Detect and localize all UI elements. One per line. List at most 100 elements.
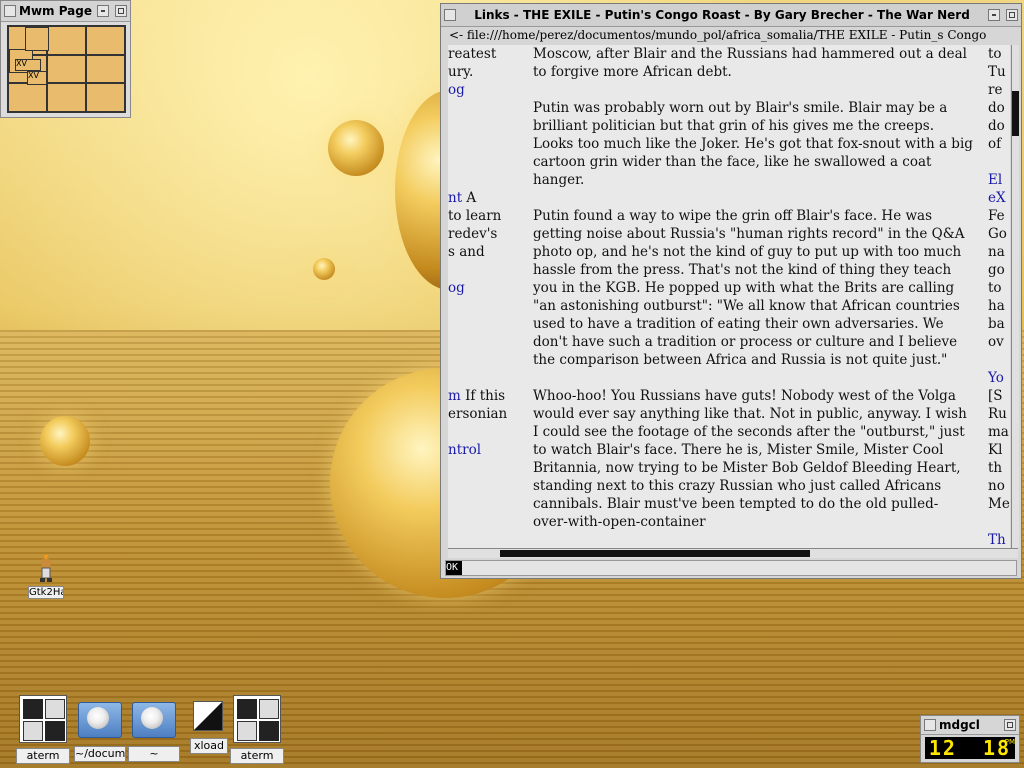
- pager-mini-window[interactable]: XV: [15, 59, 41, 71]
- link-text[interactable]: og: [448, 82, 465, 98]
- aterm-icon[interactable]: [233, 695, 281, 743]
- side-text: to: [988, 46, 1002, 62]
- dock-folder-documents[interactable]: ~/docume: [74, 696, 126, 762]
- side-text: do: [988, 118, 1005, 134]
- clock-ampm: PM: [1004, 738, 1015, 746]
- side-text: go: [988, 262, 1005, 278]
- vertical-scroll-thumb[interactable]: [1012, 91, 1019, 136]
- side-text: Me: [988, 496, 1010, 512]
- side-text: Tu: [988, 64, 1006, 80]
- gtk2hack-icon[interactable]: [35, 554, 57, 584]
- left-column-line[interactable]: m If this: [448, 387, 505, 405]
- clock-hour: 12: [928, 736, 957, 760]
- dock-aterm-2[interactable]: aterm: [230, 692, 284, 764]
- link-text[interactable]: El: [988, 172, 1002, 188]
- horizontal-scrollbar[interactable]: [448, 548, 1018, 558]
- maximize-button[interactable]: [1004, 719, 1016, 731]
- right-column-line: Fe: [988, 207, 1005, 225]
- clock-face: 12 18: [925, 737, 1015, 759]
- link-text[interactable]: ntrol: [448, 442, 481, 458]
- side-text: no: [988, 478, 1005, 494]
- desktop-icon-label: Gtk2Ha: [28, 586, 64, 599]
- vertical-scrollbar[interactable]: [1011, 45, 1019, 548]
- pager-page[interactable]: [86, 83, 125, 112]
- link-text[interactable]: og: [448, 280, 465, 296]
- left-column-line[interactable]: og: [448, 81, 465, 99]
- browser-titlebar[interactable]: Links - THE EXILE - Putin's Congo Roast …: [441, 4, 1021, 27]
- pager-mini-window[interactable]: [25, 27, 49, 51]
- link-text[interactable]: m: [448, 388, 461, 404]
- right-column-line: Ru: [988, 405, 1007, 423]
- right-column-line: Go: [988, 225, 1007, 243]
- pager-page[interactable]: [47, 26, 86, 55]
- dock-xload[interactable]: xload: [190, 698, 228, 754]
- pager-mini-window[interactable]: XV: [27, 71, 47, 85]
- maximize-button[interactable]: [115, 5, 127, 17]
- right-column-line: ov: [988, 333, 1004, 351]
- link-text[interactable]: nt: [448, 190, 462, 206]
- dock-aterm-1[interactable]: aterm: [16, 692, 70, 764]
- folder-icon[interactable]: [78, 702, 122, 738]
- minimize-button[interactable]: [988, 9, 1000, 21]
- url-bar[interactable]: <- file:///home/perez/documentos/mundo_p…: [449, 28, 1017, 44]
- dock-label: aterm: [16, 748, 70, 764]
- minimize-button[interactable]: [97, 5, 109, 17]
- right-column-line[interactable]: eX: [988, 189, 1006, 207]
- left-column-line[interactable]: ntrol: [448, 441, 481, 459]
- status-bar: OK: [445, 560, 1017, 576]
- dock-folder-home[interactable]: ~: [128, 696, 180, 762]
- right-column-line: do: [988, 99, 1005, 117]
- pager-page[interactable]: [86, 26, 125, 55]
- dock-label: ~: [128, 746, 180, 762]
- side-text: Fe: [988, 208, 1005, 224]
- pager-page[interactable]: [86, 54, 125, 84]
- clock-window[interactable]: mdgcl 12 18 PM: [920, 715, 1020, 763]
- pager-page[interactable]: [47, 83, 86, 112]
- links-browser-window[interactable]: Links - THE EXILE - Putin's Congo Roast …: [440, 3, 1022, 579]
- right-column-line: do: [988, 117, 1005, 135]
- side-text: ha: [988, 298, 1005, 314]
- side-text: ov: [988, 334, 1004, 350]
- horizontal-scroll-thumb[interactable]: [500, 550, 810, 557]
- right-column-line[interactable]: Th: [988, 531, 1006, 548]
- desktop-icon-gtk2hack[interactable]: Gtk2Ha: [28, 554, 64, 599]
- right-column-line: re: [988, 81, 1002, 99]
- link-text[interactable]: Yo: [988, 370, 1004, 386]
- right-column-line: Kl: [988, 441, 1002, 459]
- right-column-line: ha: [988, 297, 1005, 315]
- right-column-line[interactable]: El: [988, 171, 1002, 189]
- side-text: [S: [988, 388, 1003, 404]
- left-column-line[interactable]: nt A: [448, 189, 476, 207]
- pager-page[interactable]: [47, 54, 86, 84]
- side-text: Ru: [988, 406, 1007, 422]
- window-menu-button[interactable]: [4, 5, 16, 17]
- right-column-line: ma: [988, 423, 1009, 441]
- page-content[interactable]: reatest ury. og nt A to learn redev's s and og…: [448, 45, 1010, 548]
- window-menu-button[interactable]: [444, 9, 456, 21]
- pager-page[interactable]: [8, 83, 47, 112]
- right-column-line: na: [988, 243, 1005, 261]
- pager-mini-window-label: XV: [16, 59, 27, 68]
- window-menu-button[interactable]: [924, 719, 936, 731]
- article-paragraph: Putin found a way to wipe the grin off B…: [533, 208, 965, 368]
- aterm-icon[interactable]: [19, 695, 67, 743]
- left-column-line[interactable]: og: [448, 279, 465, 297]
- link-text[interactable]: eX: [988, 190, 1006, 206]
- folder-icon[interactable]: [132, 702, 176, 738]
- dock-label: aterm: [230, 748, 284, 764]
- left-column-line: ersonian: [448, 405, 507, 423]
- dock-label: ~/docume: [74, 746, 126, 762]
- right-column-line: ba: [988, 315, 1005, 333]
- pager-window[interactable]: Mwm Page XV XV: [0, 0, 131, 118]
- right-column-line: [S: [988, 387, 1003, 405]
- right-column-line: no: [988, 477, 1005, 495]
- clock-titlebar[interactable]: mdgcl: [921, 716, 1019, 735]
- xload-icon[interactable]: [193, 701, 223, 731]
- right-column-line: go: [988, 261, 1005, 279]
- right-column-line[interactable]: Yo: [988, 369, 1004, 387]
- maximize-button[interactable]: [1006, 9, 1018, 21]
- link-text[interactable]: Th: [988, 532, 1006, 548]
- pager-titlebar[interactable]: Mwm Page: [1, 1, 130, 22]
- background-orb: [328, 120, 384, 176]
- right-column-line: th: [988, 459, 1002, 477]
